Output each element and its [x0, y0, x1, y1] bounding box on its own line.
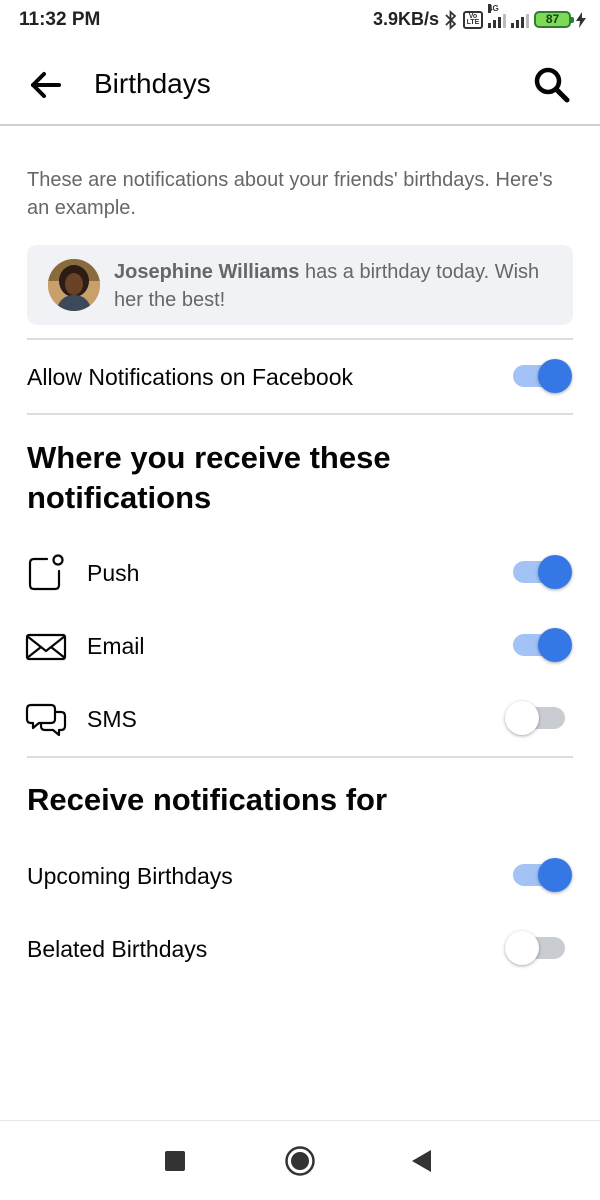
- status-time: 11:32 PM: [19, 9, 101, 30]
- bluetooth-icon: [445, 9, 457, 30]
- push-row[interactable]: Push: [0, 542, 600, 602]
- push-toggle[interactable]: [505, 552, 573, 592]
- avatar: [48, 259, 100, 311]
- volte-icon: Vo LTE: [463, 10, 483, 29]
- upcoming-birthdays-row[interactable]: Upcoming Birthdays: [0, 845, 600, 905]
- app-header: Birthdays: [0, 40, 600, 126]
- allow-notifications-label: Allow Notifications on Facebook: [27, 364, 353, 390]
- description-text: These are notifications about your frien…: [27, 169, 553, 219]
- email-icon: [25, 633, 67, 661]
- network-speed: 3.9KB/s: [372, 9, 439, 29]
- divider: [27, 756, 573, 758]
- toggle-knob: [505, 701, 539, 735]
- search-icon[interactable]: [532, 65, 572, 105]
- toggle-knob: [505, 931, 539, 965]
- allow-notifications-toggle[interactable]: [505, 356, 573, 396]
- battery-icon: 87: [534, 11, 574, 28]
- where-section-heading: Where you receive these notifications: [27, 440, 391, 515]
- email-label: Email: [87, 633, 145, 659]
- push-label: Push: [87, 560, 140, 586]
- signal-icon: [511, 12, 529, 28]
- sms-toggle[interactable]: [505, 698, 573, 738]
- toggle-knob: [538, 628, 572, 662]
- back-arrow-icon[interactable]: [28, 67, 64, 103]
- push-icon: [28, 554, 64, 591]
- back-triangle-icon[interactable]: [410, 1149, 432, 1173]
- divider: [27, 413, 573, 415]
- sms-icon: [25, 703, 67, 737]
- for-section-heading: Receive notifications for: [27, 782, 388, 817]
- status-icons: 3.9KB/s Vo LTE 4G 87: [372, 3, 586, 30]
- friend-name: Josephine Williams: [114, 261, 300, 283]
- belated-birthdays-toggle[interactable]: [505, 928, 573, 968]
- network-type-label: 4G: [488, 3, 499, 13]
- email-toggle[interactable]: [505, 625, 573, 665]
- toggle-knob: [538, 359, 572, 393]
- page-title: Birthdays: [94, 68, 211, 99]
- signal-4g-icon: 4G: [488, 3, 506, 28]
- recents-square-icon[interactable]: [165, 1151, 185, 1171]
- status-bar: 11:32 PM 3.9KB/s Vo LTE 4G 87: [0, 0, 600, 40]
- system-nav-bar: [0, 1120, 600, 1200]
- email-row[interactable]: Email: [0, 615, 600, 675]
- allow-notifications-row[interactable]: Allow Notifications on Facebook: [0, 346, 600, 406]
- sms-label: SMS: [87, 706, 137, 732]
- toggle-knob: [538, 858, 572, 892]
- belated-birthdays-label: Belated Birthdays: [27, 936, 208, 962]
- example-notification-card: Josephine Williams has a birthday today.…: [27, 245, 573, 325]
- sms-row[interactable]: SMS: [0, 688, 600, 748]
- upcoming-birthdays-toggle[interactable]: [505, 855, 573, 895]
- example-notification-text: Josephine Williams has a birthday today.…: [114, 258, 554, 314]
- divider: [27, 338, 573, 340]
- toggle-knob: [538, 555, 572, 589]
- home-circle-icon[interactable]: [284, 1145, 316, 1177]
- upcoming-birthdays-label: Upcoming Birthdays: [27, 863, 233, 889]
- charging-bolt-icon: [576, 11, 586, 28]
- belated-birthdays-row[interactable]: Belated Birthdays: [0, 918, 600, 978]
